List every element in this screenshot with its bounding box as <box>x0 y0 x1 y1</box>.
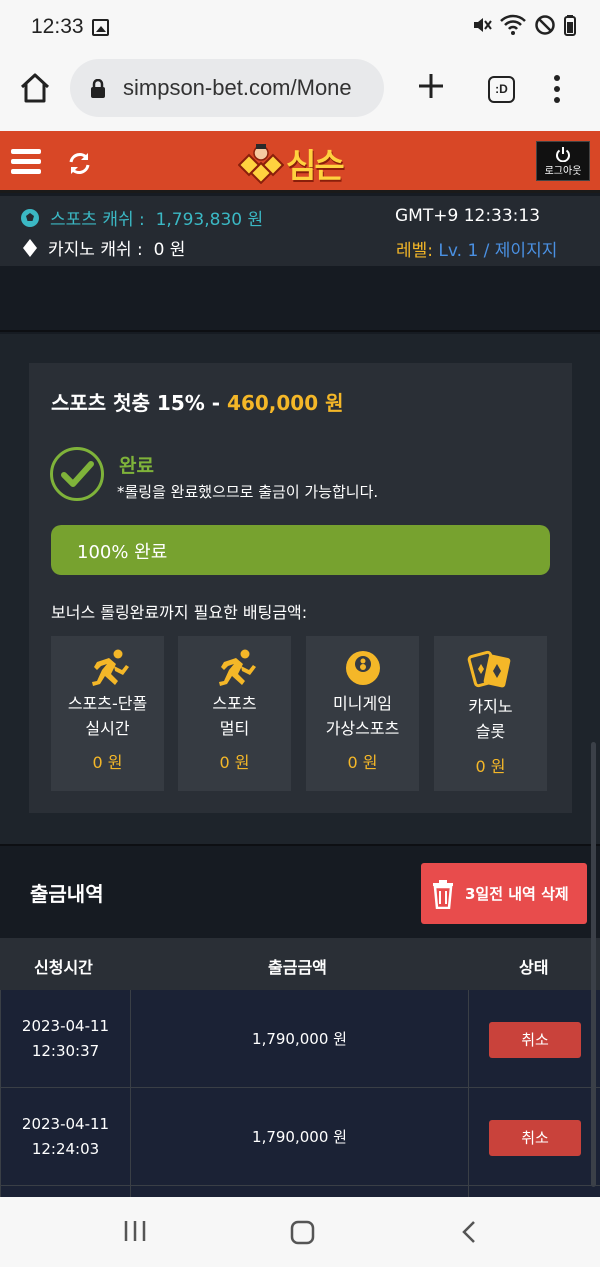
wifi-icon <box>500 14 526 35</box>
tile-sports-multi: 스포츠 멀티 0 원 <box>178 636 291 791</box>
amount-cell: 1,790,000 원 <box>131 990 469 1087</box>
cards-icon <box>467 650 510 688</box>
bonus-title-text: 스포츠 첫충 15% - <box>51 391 228 415</box>
column-header-request-time: 신청시간 <box>34 958 93 977</box>
rolling-progress-bar: 100% 완료 <box>51 525 550 575</box>
site-logo[interactable]: 심슨 <box>238 140 363 186</box>
sports-cash-value: 1,793,830 원 <box>155 210 264 230</box>
logout-label: 로그아웃 <box>544 166 582 177</box>
logo-text: 심슨 <box>286 146 345 185</box>
new-tab-icon[interactable] <box>417 72 445 100</box>
tile-casino-slot: 카지노 슬롯 0 원 <box>434 636 547 791</box>
cancel-button[interactable]: 취소 <box>489 1120 581 1156</box>
url-text: simpson-bet.com/Mone <box>123 75 352 100</box>
casino-cash: 카지노 캐쉬 : 0 원 <box>22 235 185 260</box>
site-header: 심슨 로그아웃 <box>0 131 600 193</box>
casino-cash-label: 카지노 캐쉬 : <box>48 240 143 260</box>
tile-minigame-virtual: 미니게임 가상스포츠 0 원 <box>306 636 419 791</box>
tabs-button[interactable]: :D <box>488 76 515 103</box>
lock-icon <box>91 79 105 98</box>
table-row: 2023-04-11 12:30:37 1,790,000 원 취소 <box>0 990 600 1088</box>
page-scrollbar[interactable] <box>591 742 596 1187</box>
do-not-disturb-icon <box>535 15 555 35</box>
bonus-card: 스포츠 첫충 15% - 460,000 원 완료 *롤링을 완료했으므로 출금… <box>29 363 572 813</box>
level-label: 레벨: <box>396 241 434 261</box>
table-row: 2023-04-11 12:24:03 1,790,000 원 취소 <box>0 1088 600 1186</box>
mute-icon <box>474 18 492 32</box>
tile-name: 스포츠 멀티 <box>212 694 257 738</box>
status-title: 완료 <box>119 455 154 477</box>
progress-label: 100% 완료 <box>77 542 168 563</box>
amount-cell: 1,790,000 원 <box>131 1088 469 1185</box>
running-icon <box>91 649 129 686</box>
refresh-icon[interactable] <box>67 151 92 176</box>
sports-cash: 스포츠 캐쉬 : 1,793,830 원 <box>20 205 263 230</box>
browser-toolbar: simpson-bet.com/Mone :D <box>0 56 600 131</box>
status-time: 12:33 <box>31 15 84 38</box>
table-header: 신청시간 출금금액 상태 <box>0 938 600 990</box>
system-nav-bar <box>0 1197 600 1267</box>
level-value[interactable]: Lv. 1 / 제이지지 <box>438 241 557 261</box>
tile-name: 카지노 슬롯 <box>468 697 513 741</box>
delete-label: 3일전 내역 삭제 <box>465 885 569 903</box>
sports-cash-label: 스포츠 캐쉬 : <box>50 210 145 230</box>
eight-ball-icon <box>345 651 380 685</box>
withdrawal-title: 출금내역 <box>30 882 104 906</box>
column-header-status: 상태 <box>519 958 549 977</box>
bonus-amount: 460,000 원 <box>227 391 344 415</box>
logout-button[interactable]: 로그아웃 <box>536 141 590 181</box>
address-bar[interactable]: simpson-bet.com/Mone <box>70 59 384 117</box>
server-clock: GMT+9 12:33:13 <box>395 206 541 226</box>
logo-mark-icon <box>238 144 284 184</box>
back-icon[interactable] <box>461 1220 477 1244</box>
request-time-cell: 2023-04-11 12:24:03 <box>0 1088 131 1185</box>
menu-icon[interactable] <box>11 149 41 175</box>
power-icon <box>556 147 570 162</box>
home-icon[interactable] <box>18 71 52 105</box>
withdrawal-history-header: 출금내역 3일전 내역 삭제 <box>0 844 600 938</box>
user-level: 레벨: Lv. 1 / 제이지지 <box>396 236 557 261</box>
gallery-notification-icon <box>92 19 109 36</box>
soccer-ball-icon <box>21 208 39 227</box>
recent-apps-icon[interactable] <box>123 1220 147 1242</box>
column-header-amount: 출금금액 <box>268 958 327 977</box>
tile-sports-single-live: 스포츠-단폴 실시간 0 원 <box>51 636 164 791</box>
delete-old-history-button[interactable]: 3일전 내역 삭제 <box>421 863 587 924</box>
status-note: *롤링을 완료했으므로 출금이 가능합니다. <box>117 483 379 501</box>
trash-icon <box>433 879 453 909</box>
tile-name: 미니게임 가상스포츠 <box>325 694 400 738</box>
battery-icon <box>564 15 576 36</box>
tile-name: 스포츠-단폴 실시간 <box>67 694 148 738</box>
casino-cash-value: 0 원 <box>153 240 186 260</box>
tile-value: 0 원 <box>92 753 123 772</box>
running-icon <box>218 649 256 686</box>
cancel-button[interactable]: 취소 <box>489 1022 581 1058</box>
tile-value: 0 원 <box>347 753 378 772</box>
needed-amount-label: 보너스 롤링완료까지 필요한 배팅금액: <box>51 603 308 622</box>
withdrawal-table: 신청시간 출금금액 상태 2023-04-11 12:30:37 1,790,00… <box>0 938 600 1198</box>
account-info-bar: 스포츠 캐쉬 : 1,793,830 원 카지노 캐쉬 : 0 원 GMT+9 … <box>0 196 600 266</box>
tile-value: 0 원 <box>475 757 506 776</box>
home-nav-icon[interactable] <box>290 1220 315 1245</box>
status-bar: 12:33 <box>0 0 600 56</box>
spacer-band <box>0 266 600 332</box>
bonus-title: 스포츠 첫충 15% - 460,000 원 <box>51 387 344 416</box>
tile-value: 0 원 <box>219 753 250 772</box>
diamond-icon <box>23 238 37 257</box>
check-circle-icon <box>50 447 104 501</box>
bet-requirement-tiles: 스포츠-단폴 실시간 0 원 스포츠 멀티 0 원 미니게임 가상스포츠 0 원 카지… <box>51 636 551 792</box>
status-icons <box>472 14 576 36</box>
more-options-icon[interactable] <box>552 74 562 104</box>
request-time-cell: 2023-04-11 12:30:37 <box>0 990 131 1087</box>
